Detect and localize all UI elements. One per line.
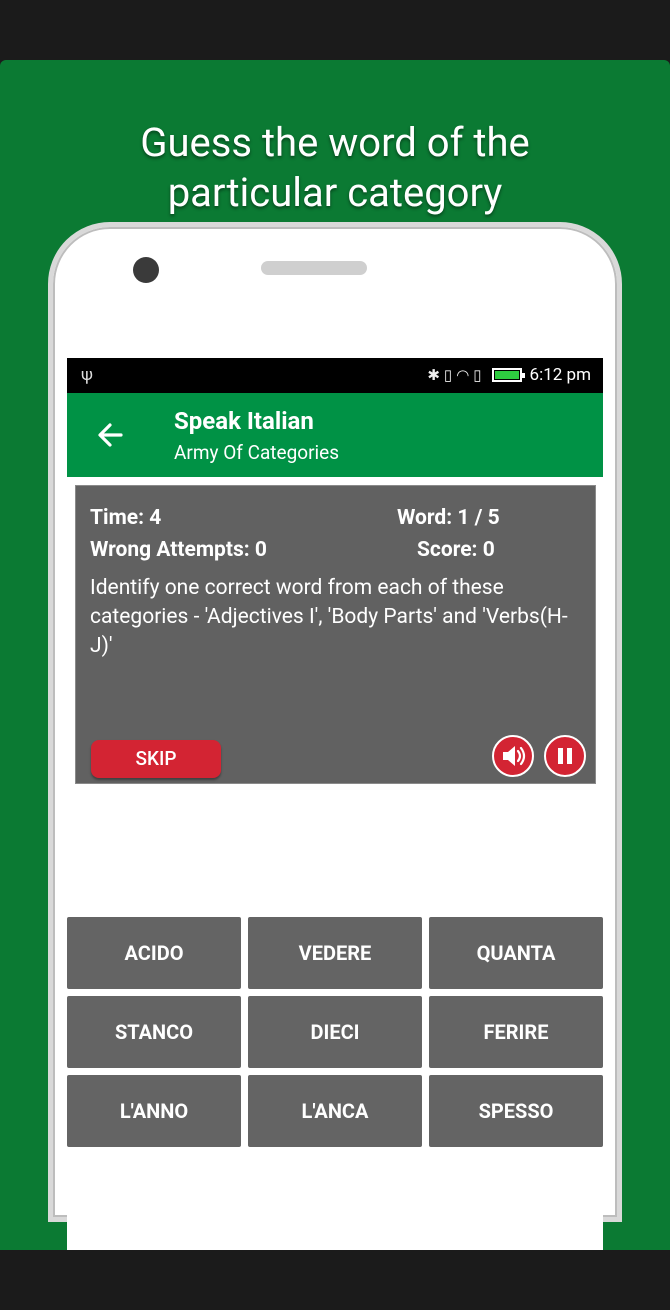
word-button-dieci[interactable]: DIECI [248,996,422,1068]
speaker-icon [503,746,526,766]
word-button-lanno[interactable]: L'ANNO [67,1075,241,1147]
bottom-black-bar [0,1250,670,1310]
vibrate-icon: ▯ [443,366,453,384]
word-counter: Word: 1 / 5 [397,506,500,530]
status-bar: ψ ✱ ▯ ◠ ▯ 6:12 pm [67,358,603,393]
sim-icon: ▯ [473,366,482,384]
headline-line-2: particular category [167,169,503,216]
word-button-acido[interactable]: ACIDO [67,917,241,989]
status-time: 6:12 pm [529,365,591,385]
speaker-grille [261,261,367,275]
word-button-lanca[interactable]: L'ANCA [248,1075,422,1147]
top-black-bar [0,0,670,60]
camera-icon [133,257,159,283]
time-counter: Time: 4 [90,506,162,530]
app-bar: Speak Italian Army Of Categories [67,393,603,477]
pause-button[interactable] [544,735,586,777]
headline-line-1: Guess the word of the [140,119,530,166]
app-subtitle: Army Of Categories [174,441,340,464]
word-button-stanco[interactable]: STANCO [67,996,241,1068]
phone-screen: ψ ✱ ▯ ◠ ▯ 6:12 pm Speak Italian Army Of … [67,358,603,1250]
instruction-text: Identify one correct word from each of t… [90,576,568,658]
battery-icon [491,368,525,382]
score-counter: Score: 0 [417,538,495,562]
word-button-spesso[interactable]: SPESSO [429,1075,603,1147]
promo-headline: Guess the word of the particular categor… [0,118,670,218]
skip-button[interactable]: SKIP [91,740,221,778]
game-panel: Time: 4 Word: 1 / 5 Wrong Attempts: 0 Sc… [75,485,596,784]
word-button-vedere[interactable]: VEDERE [248,917,422,989]
word-button-quanta[interactable]: QUANTA [429,917,603,989]
wifi-icon: ◠ [456,366,470,384]
word-button-ferire[interactable]: FERIRE [429,996,603,1068]
usb-icon: ψ [81,365,93,385]
status-icons: ✱ ▯ ◠ ▯ 6:12 pm [427,365,591,385]
back-arrow-icon[interactable] [95,415,125,455]
bluetooth-icon: ✱ [427,366,440,384]
wrong-attempts-counter: Wrong Attempts: 0 [90,538,267,562]
app-title: Speak Italian [174,407,314,435]
sound-button[interactable] [492,735,534,777]
